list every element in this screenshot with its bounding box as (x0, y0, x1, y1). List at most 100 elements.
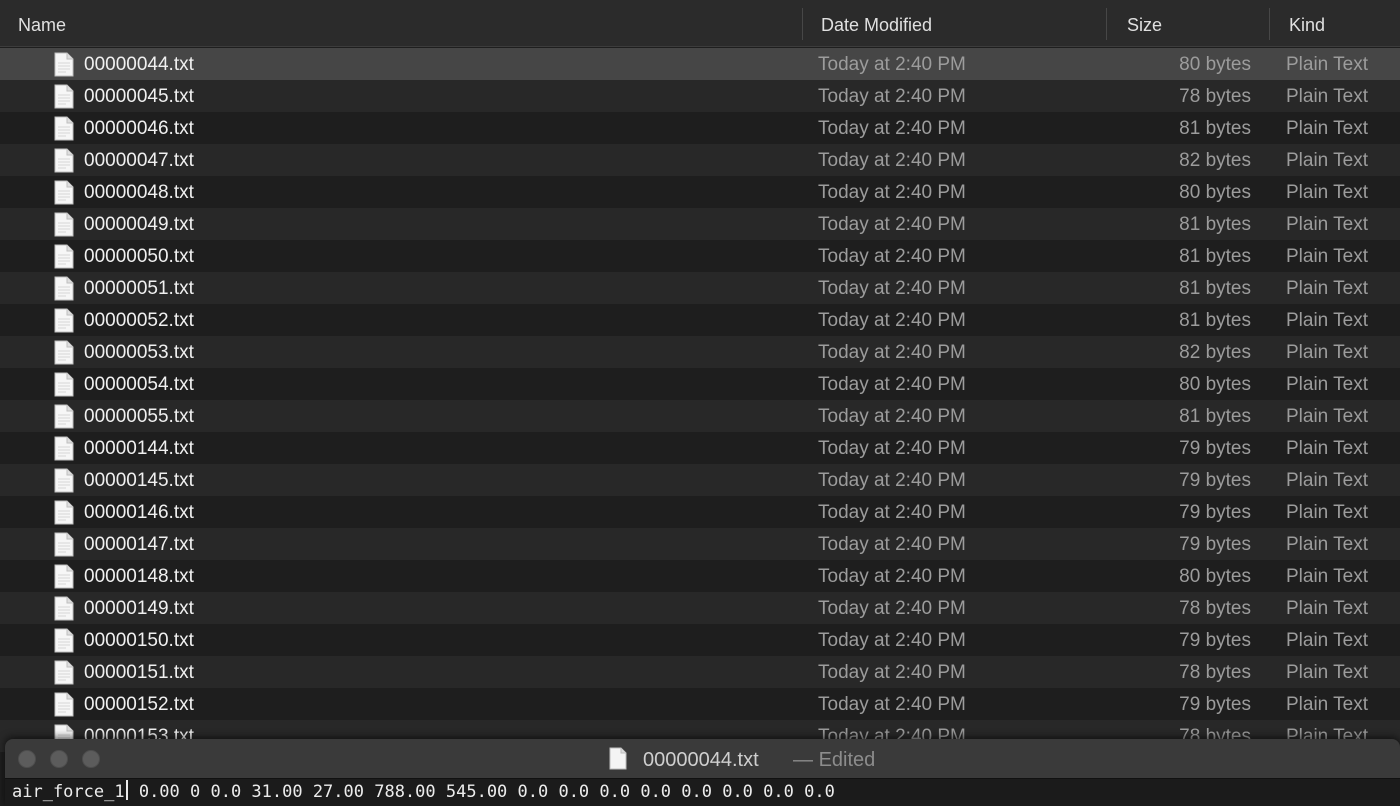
file-row[interactable]: 00000145.txt Today at 2:40 PM 79 bytes Plai… (0, 464, 1400, 496)
file-name: 00000151.txt (84, 662, 194, 683)
file-row[interactable]: 00000044.txt Today at 2:40 PM 80 bytes Plai… (0, 48, 1400, 80)
file-size: 78 bytes (1179, 662, 1251, 683)
file-name: 00000150.txt (84, 630, 194, 651)
file-kind: Plain Text (1286, 406, 1369, 427)
file-size: 81 bytes (1179, 118, 1251, 139)
file-row[interactable]: 00000045.txt Today at 2:40 PM 78 bytes Plai… (0, 80, 1400, 112)
file-row[interactable]: 00000051.txt Today at 2:40 PM 81 bytes Plai… (0, 272, 1400, 304)
minimize-window-button[interactable] (50, 750, 68, 768)
text-line[interactable]: air_force_1 0.00 0 0.0 31.00 27.00 788.0… (12, 779, 835, 806)
column-header-name[interactable]: Name (18, 0, 66, 47)
file-date-modified: Today at 2:40 PM (818, 662, 966, 683)
file-row[interactable]: 00000049.txt Today at 2:40 PM 81 bytes Plai… (0, 208, 1400, 240)
file-name: 00000047.txt (84, 150, 194, 171)
text-file-icon (54, 628, 74, 653)
file-row[interactable]: 00000050.txt Today at 2:40 PM 81 bytes Plai… (0, 240, 1400, 272)
file-kind: Plain Text (1286, 630, 1369, 651)
text-file-icon (54, 276, 74, 301)
file-row[interactable]: 00000054.txt Today at 2:40 PM 80 bytes Plai… (0, 368, 1400, 400)
window-titlebar[interactable]: 00000044.txt — Edited (5, 739, 1400, 779)
file-kind: Plain Text (1286, 534, 1369, 555)
file-name: 00000147.txt (84, 534, 194, 555)
file-name: 00000048.txt (84, 182, 194, 203)
file-row[interactable]: 00000147.txt Today at 2:40 PM 79 bytes Plai… (0, 528, 1400, 560)
file-name: 00000045.txt (84, 86, 194, 107)
file-date-modified: Today at 2:40 PM (818, 566, 966, 587)
file-date-modified: Today at 2:40 PM (818, 278, 966, 299)
file-kind: Plain Text (1286, 182, 1369, 203)
text-editor-area[interactable]: air_force_1 0.00 0 0.0 31.00 27.00 788.0… (5, 779, 1400, 806)
file-row[interactable]: 00000149.txt Today at 2:40 PM 78 bytes Plai… (0, 592, 1400, 624)
file-size: 81 bytes (1179, 214, 1251, 235)
file-name: 00000046.txt (84, 118, 194, 139)
file-kind: Plain Text (1286, 470, 1369, 491)
text-file-icon (54, 564, 74, 589)
column-header-kind[interactable]: Kind (1289, 0, 1325, 47)
file-row[interactable]: 00000055.txt Today at 2:40 PM 81 bytes Plai… (0, 400, 1400, 432)
file-date-modified: Today at 2:40 PM (818, 598, 966, 619)
file-name: 00000144.txt (84, 438, 194, 459)
file-date-modified: Today at 2:40 PM (818, 54, 966, 75)
file-name: 00000148.txt (84, 566, 194, 587)
file-row[interactable]: 00000053.txt Today at 2:40 PM 82 bytes Plai… (0, 336, 1400, 368)
file-row[interactable]: 00000152.txt Today at 2:40 PM 79 bytes Plai… (0, 688, 1400, 720)
file-date-modified: Today at 2:40 PM (818, 310, 966, 331)
file-kind: Plain Text (1286, 566, 1369, 587)
file-row[interactable]: 00000150.txt Today at 2:40 PM 79 bytes Plai… (0, 624, 1400, 656)
file-kind: Plain Text (1286, 502, 1369, 523)
textedit-window: 00000044.txt — Edited air_force_1 0.00 0… (5, 739, 1400, 806)
file-row[interactable]: 00000046.txt Today at 2:40 PM 81 bytes Plai… (0, 112, 1400, 144)
file-row[interactable]: 00000052.txt Today at 2:40 PM 81 bytes Plai… (0, 304, 1400, 336)
file-row[interactable]: 00000151.txt Today at 2:40 PM 78 bytes Plai… (0, 656, 1400, 688)
file-kind: Plain Text (1286, 438, 1369, 459)
close-window-button[interactable] (18, 750, 36, 768)
file-size: 79 bytes (1179, 534, 1251, 555)
file-date-modified: Today at 2:40 PM (818, 246, 966, 267)
column-header-size[interactable]: Size (1127, 0, 1162, 47)
file-kind: Plain Text (1286, 118, 1369, 139)
file-row[interactable]: 00000047.txt Today at 2:40 PM 82 bytes Plai… (0, 144, 1400, 176)
file-name: 00000149.txt (84, 598, 194, 619)
text-file-icon (54, 660, 74, 685)
file-size: 78 bytes (1179, 598, 1251, 619)
file-kind: Plain Text (1286, 278, 1369, 299)
column-divider[interactable] (802, 8, 803, 40)
file-size: 79 bytes (1179, 502, 1251, 523)
file-size: 79 bytes (1179, 630, 1251, 651)
file-date-modified: Today at 2:40 PM (818, 534, 966, 555)
file-row[interactable]: 00000148.txt Today at 2:40 PM 80 bytes Plai… (0, 560, 1400, 592)
column-header-bar: Name Date Modified Size Kind (0, 0, 1400, 47)
file-date-modified: Today at 2:40 PM (818, 150, 966, 171)
file-name: 00000051.txt (84, 278, 194, 299)
file-date-modified: Today at 2:40 PM (818, 118, 966, 139)
window-title-filename: 00000044.txt (643, 749, 759, 771)
column-divider[interactable] (1106, 8, 1107, 40)
file-row[interactable]: 00000146.txt Today at 2:40 PM 79 bytes Plai… (0, 496, 1400, 528)
text-file-icon (54, 244, 74, 269)
text-file-icon (54, 372, 74, 397)
file-size: 79 bytes (1179, 438, 1251, 459)
file-size: 80 bytes (1179, 54, 1251, 75)
file-row[interactable]: 00000144.txt Today at 2:40 PM 79 bytes Plai… (0, 432, 1400, 464)
file-size: 79 bytes (1179, 470, 1251, 491)
column-divider[interactable] (1269, 8, 1270, 40)
zoom-window-button[interactable] (82, 750, 100, 768)
file-kind: Plain Text (1286, 374, 1369, 395)
file-kind: Plain Text (1286, 694, 1369, 715)
text-file-icon (54, 404, 74, 429)
file-row[interactable]: 00000048.txt Today at 2:40 PM 80 bytes Plai… (0, 176, 1400, 208)
column-header-date-modified[interactable]: Date Modified (821, 0, 932, 47)
file-name: 00000055.txt (84, 406, 194, 427)
file-date-modified: Today at 2:40 PM (818, 214, 966, 235)
file-kind: Plain Text (1286, 310, 1369, 331)
file-size: 81 bytes (1179, 406, 1251, 427)
finder-window: Name Date Modified Size Kind 00000044.tx… (0, 0, 1400, 806)
text-file-icon (54, 212, 74, 237)
file-date-modified: Today at 2:40 PM (818, 438, 966, 459)
file-date-modified: Today at 2:40 PM (818, 694, 966, 715)
file-kind: Plain Text (1286, 150, 1369, 171)
file-kind: Plain Text (1286, 598, 1369, 619)
file-name: 00000053.txt (84, 342, 194, 363)
file-size: 80 bytes (1179, 566, 1251, 587)
text-document-icon[interactable] (609, 747, 627, 770)
